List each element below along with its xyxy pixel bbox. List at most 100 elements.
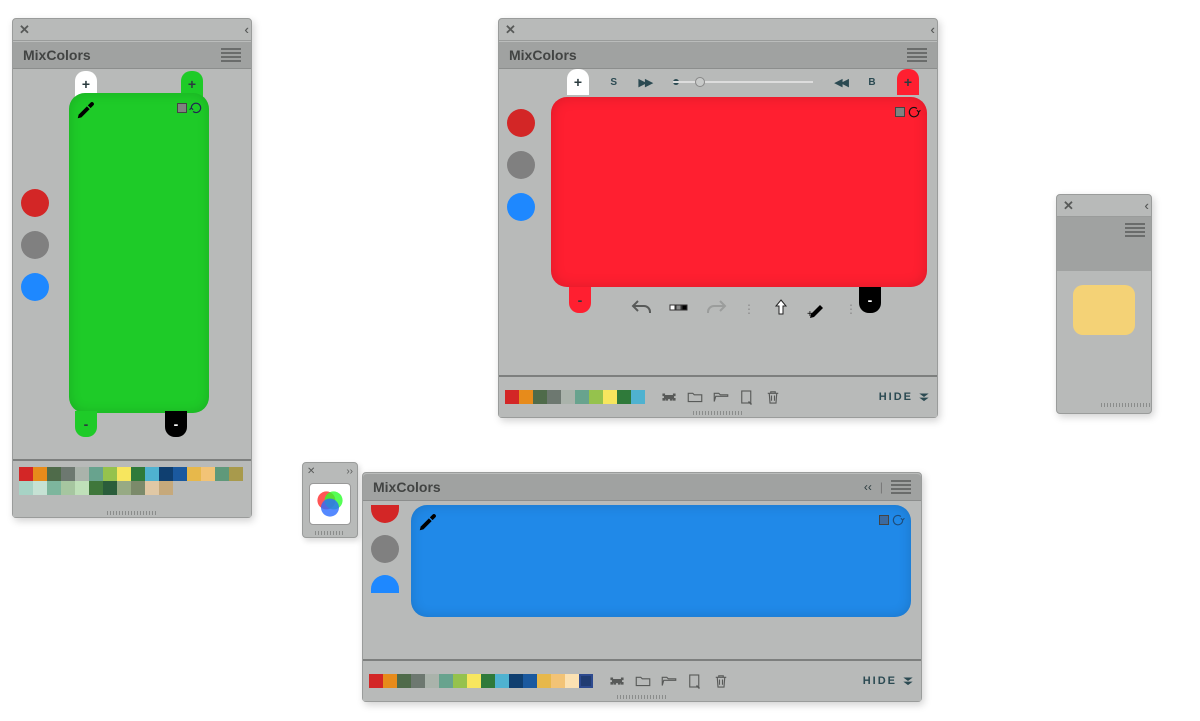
collapse-icon[interactable]: ‹‹ <box>244 22 245 37</box>
reset-icon[interactable] <box>895 103 921 121</box>
collapse-icon[interactable]: ‹‹ <box>1144 198 1145 213</box>
folder-open-icon[interactable] <box>659 671 679 691</box>
close-icon[interactable]: ✕ <box>505 22 516 38</box>
slider-thumb[interactable] <box>695 77 705 87</box>
swatch[interactable] <box>589 390 603 404</box>
menu-icon[interactable] <box>891 480 911 494</box>
swatch[interactable] <box>509 674 523 688</box>
grip-icon[interactable] <box>107 511 157 515</box>
titlebar[interactable]: ✕ ‹‹ <box>13 19 251 41</box>
source-dot-red[interactable] <box>371 505 399 523</box>
swatch[interactable] <box>47 467 61 481</box>
folder-open-icon[interactable] <box>711 387 731 407</box>
folder-icon[interactable] <box>633 671 653 691</box>
swatch[interactable] <box>117 481 131 495</box>
source-dot-red[interactable] <box>21 189 49 217</box>
grip-icon[interactable] <box>617 695 667 699</box>
app-dock[interactable]: ✕›› <box>302 462 358 538</box>
reset-icon[interactable] <box>177 99 203 117</box>
mixcolors-app-icon[interactable] <box>309 483 351 525</box>
source-dot-blue[interactable] <box>21 273 49 301</box>
mix-area[interactable] <box>1073 285 1135 335</box>
swatch[interactable] <box>523 674 537 688</box>
swatch[interactable] <box>61 467 75 481</box>
swatch[interactable] <box>47 481 61 495</box>
source-dot-blue[interactable] <box>507 193 535 221</box>
titlebar[interactable]: ✕ ‹‹ <box>499 19 937 41</box>
hide-button[interactable]: HIDE <box>863 674 915 688</box>
back-icon[interactable]: ◀◀ <box>834 76 847 89</box>
swatch[interactable] <box>603 390 617 404</box>
send-up-icon[interactable] <box>769 297 793 321</box>
grid-icon[interactable] <box>667 297 691 321</box>
swatch[interactable] <box>19 481 33 495</box>
mix-area[interactable] <box>411 505 911 617</box>
swatch[interactable] <box>103 467 117 481</box>
hide-button[interactable]: HIDE <box>879 390 931 404</box>
invader-icon[interactable] <box>659 387 679 407</box>
swatch[interactable] <box>575 390 589 404</box>
swatch[interactable] <box>215 467 229 481</box>
swatch[interactable] <box>369 674 383 688</box>
source-dot-red[interactable] <box>507 109 535 137</box>
swatch[interactable] <box>505 390 519 404</box>
source-dot-gray[interactable] <box>21 231 49 259</box>
swatch[interactable] <box>89 481 103 495</box>
grip-icon[interactable] <box>1101 403 1151 407</box>
swatch[interactable] <box>131 481 145 495</box>
swatch[interactable] <box>533 390 547 404</box>
eyedropper-icon[interactable] <box>417 511 439 533</box>
swatch[interactable] <box>131 467 145 481</box>
swatch[interactable] <box>467 674 481 688</box>
new-doc-icon[interactable] <box>685 671 705 691</box>
slider[interactable] <box>673 75 813 89</box>
swatch[interactable] <box>89 467 103 481</box>
swatch[interactable] <box>561 390 575 404</box>
collapse-icon[interactable]: ‹‹ <box>930 22 931 37</box>
titlebar[interactable]: ✕ ‹‹ <box>1057 195 1151 217</box>
collapse-icon[interactable]: ‹‹ <box>864 480 872 494</box>
menu-icon[interactable] <box>221 48 241 62</box>
swatch[interactable] <box>425 674 439 688</box>
swatch[interactable] <box>617 390 631 404</box>
swatch[interactable] <box>201 467 215 481</box>
swatch[interactable] <box>75 481 89 495</box>
swatch[interactable] <box>439 674 453 688</box>
swatch[interactable] <box>547 390 561 404</box>
new-doc-icon[interactable] <box>737 387 757 407</box>
invader-icon[interactable] <box>607 671 627 691</box>
swatch[interactable] <box>631 390 645 404</box>
swatch[interactable] <box>145 481 159 495</box>
forward-icon[interactable]: ▶▶ <box>638 76 651 89</box>
swatch[interactable] <box>33 481 47 495</box>
tap-add-white[interactable]: + <box>567 69 589 95</box>
swatch[interactable] <box>397 674 411 688</box>
swatch[interactable] <box>61 481 75 495</box>
tap-sub-tint[interactable]: - <box>569 287 591 313</box>
grip-icon[interactable] <box>693 411 743 415</box>
source-dot-blue[interactable] <box>371 575 399 593</box>
swatch[interactable] <box>159 467 173 481</box>
swatch[interactable] <box>519 390 533 404</box>
swatch[interactable] <box>103 481 117 495</box>
eyedropper-add-icon[interactable]: + <box>807 297 831 321</box>
swatch[interactable] <box>383 674 397 688</box>
undo-icon[interactable] <box>629 297 653 321</box>
mix-area[interactable] <box>551 97 927 287</box>
reset-icon[interactable] <box>879 511 905 529</box>
tap-sub-black[interactable]: - <box>165 411 187 437</box>
swatch[interactable] <box>159 481 173 495</box>
swatch[interactable] <box>579 674 593 688</box>
swatch[interactable] <box>19 467 33 481</box>
menu-icon[interactable] <box>1125 223 1145 237</box>
menu-icon[interactable] <box>907 48 927 62</box>
swatch[interactable] <box>551 674 565 688</box>
tap-add-tint[interactable]: + <box>897 69 919 95</box>
swatch[interactable] <box>481 674 495 688</box>
swatch[interactable] <box>453 674 467 688</box>
swatch[interactable] <box>145 467 159 481</box>
close-icon[interactable]: ✕ <box>19 22 30 38</box>
trash-icon[interactable] <box>763 387 783 407</box>
folder-icon[interactable] <box>685 387 705 407</box>
swatch[interactable] <box>565 674 579 688</box>
